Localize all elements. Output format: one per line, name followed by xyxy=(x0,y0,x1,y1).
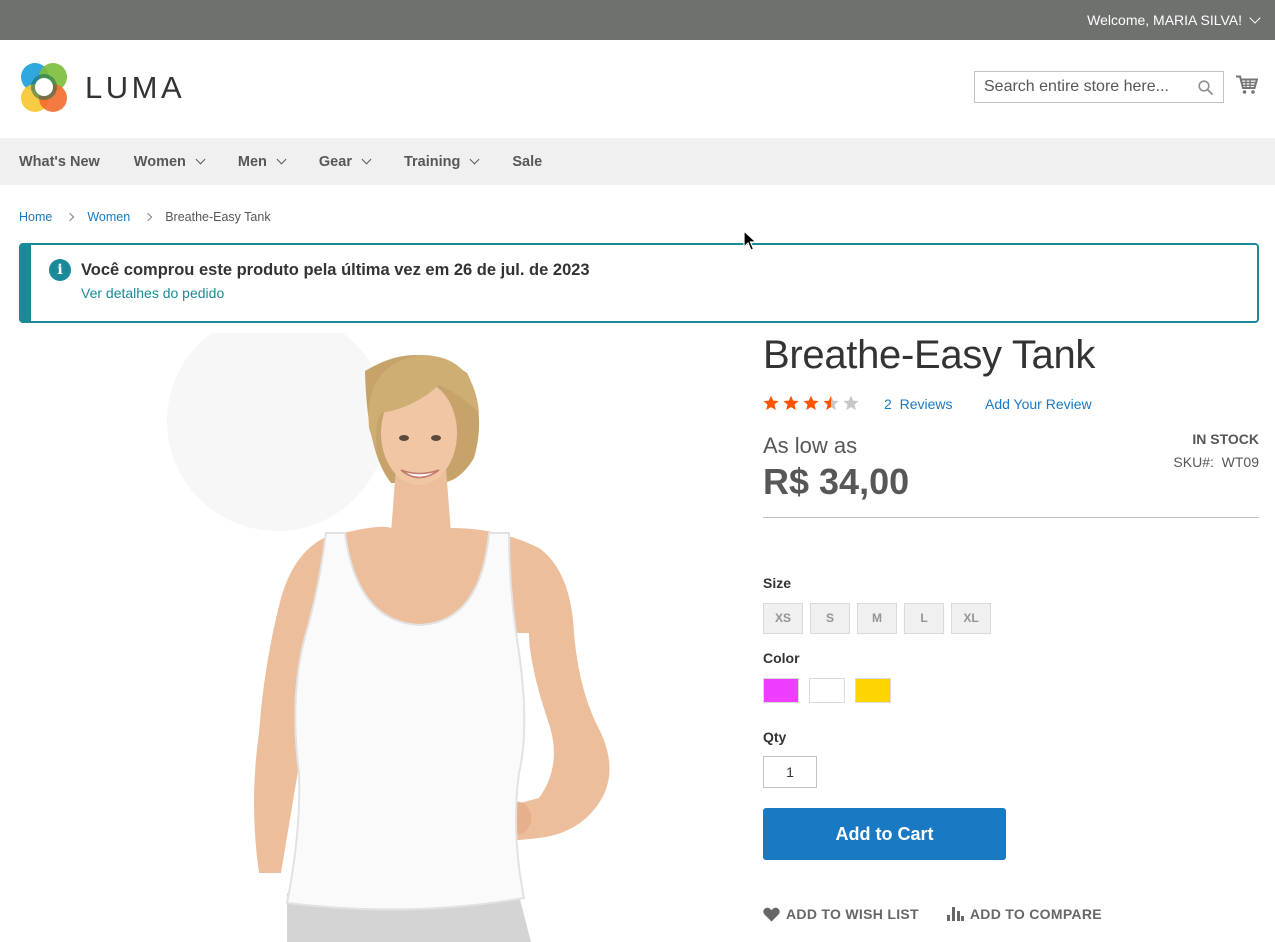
purchase-notice: i Você comprou este produto pela última … xyxy=(19,243,1259,323)
bar-chart-icon xyxy=(946,907,964,921)
luma-logo-icon xyxy=(21,63,67,112)
chevron-down-icon xyxy=(276,154,287,165)
wish-list-label: ADD TO WISH LIST xyxy=(786,906,919,922)
size-label: Size xyxy=(763,575,792,591)
reviews-link[interactable]: 2 Reviews xyxy=(884,396,952,412)
shopping-cart-icon[interactable] xyxy=(1236,75,1258,95)
reviews-label: Reviews xyxy=(899,396,953,412)
nav-label: Gear xyxy=(318,153,352,170)
nav-item-gear[interactable]: Gear xyxy=(318,153,372,170)
chevron-right-icon xyxy=(143,212,153,222)
as-low-as-label: As low as xyxy=(763,433,858,458)
nav-label: Sale xyxy=(512,153,543,170)
breadcrumb-women[interactable]: Women xyxy=(87,210,130,224)
stock-status: IN STOCK xyxy=(1192,431,1259,447)
nav-label: What's New xyxy=(19,153,100,170)
welcome-text: Welcome, MARIA SILVA! xyxy=(1087,12,1242,28)
size-option-s[interactable]: S xyxy=(810,603,850,634)
size-option-xs[interactable]: XS xyxy=(763,603,803,634)
qty-input[interactable] xyxy=(763,756,817,788)
breadcrumb-current: Breathe-Easy Tank xyxy=(165,210,271,224)
chevron-down-icon xyxy=(1249,12,1261,24)
search-icon[interactable] xyxy=(1198,80,1213,95)
product-actions: ADD TO WISH LIST ADD TO COMPARE xyxy=(763,906,1130,922)
nav-item-men[interactable]: Men xyxy=(237,153,287,170)
nav-item-whats-new[interactable]: What's New xyxy=(19,154,100,170)
divider xyxy=(763,517,1259,518)
star-icon xyxy=(783,395,799,410)
reviews-count: 2 xyxy=(884,396,892,412)
chevron-down-icon xyxy=(195,154,206,165)
qty-label: Qty xyxy=(763,729,787,745)
add-to-cart-button[interactable]: Add to Cart xyxy=(763,808,1006,860)
add-to-wishlist-link[interactable]: ADD TO WISH LIST xyxy=(763,906,919,922)
info-icon: i xyxy=(49,259,71,281)
nav-label: Women xyxy=(133,153,186,170)
compare-label: ADD TO COMPARE xyxy=(969,906,1102,922)
mouse-cursor-icon xyxy=(743,230,757,251)
color-swatch-yellow[interactable] xyxy=(855,678,891,703)
color-swatch-white[interactable] xyxy=(809,678,845,703)
breadcrumb: Home Women Breathe-Easy Tank xyxy=(19,210,271,224)
nav-item-women[interactable]: Women xyxy=(133,153,206,170)
logo-text: LUMA xyxy=(85,70,186,105)
add-review-link[interactable]: Add Your Review xyxy=(985,396,1092,412)
top-bar: Welcome, MARIA SILVA! xyxy=(0,0,1275,40)
star-icon xyxy=(843,395,859,410)
star-icon xyxy=(763,395,779,410)
color-label: Color xyxy=(763,650,800,666)
rating-stars xyxy=(763,395,863,411)
main-navigation: What's New Women Men Gear Training Sale xyxy=(0,138,1275,185)
nav-label: Men xyxy=(237,153,267,170)
search-input[interactable] xyxy=(975,78,1185,96)
customer-menu[interactable]: Welcome, MARIA SILVA! xyxy=(1087,0,1261,40)
product-title: Breathe-Easy Tank xyxy=(763,333,1096,377)
chevron-right-icon xyxy=(66,212,75,222)
product-photo xyxy=(167,333,610,942)
color-swatch-purple[interactable] xyxy=(763,678,799,703)
nav-item-training[interactable]: Training xyxy=(403,153,480,170)
size-option-m[interactable]: M xyxy=(857,603,897,634)
sku-label: SKU#: xyxy=(1173,454,1214,470)
size-option-l[interactable]: L xyxy=(904,603,944,634)
star-icon xyxy=(823,395,839,410)
sku: SKU#: WT09 xyxy=(1173,454,1259,470)
breadcrumb-home[interactable]: Home xyxy=(19,210,52,224)
sku-value: WT09 xyxy=(1221,454,1259,470)
page-header: LUMA xyxy=(0,40,1275,138)
star-icon xyxy=(803,395,819,410)
color-options xyxy=(763,678,901,703)
logo[interactable]: LUMA xyxy=(19,62,185,114)
product-image[interactable] xyxy=(19,333,719,942)
chevron-down-icon xyxy=(469,154,480,165)
notice-message: Você comprou este produto pela última ve… xyxy=(81,261,590,279)
nav-item-sale[interactable]: Sale xyxy=(512,154,542,170)
add-to-compare-link[interactable]: ADD TO COMPARE xyxy=(946,906,1102,922)
product-price: R$ 34,00 xyxy=(763,461,910,502)
size-option-xl[interactable]: XL xyxy=(951,603,991,634)
order-details-link[interactable]: Ver detalhes do pedido xyxy=(81,285,224,301)
size-options: XS S M L XL xyxy=(763,603,998,634)
heart-icon xyxy=(763,907,780,921)
chevron-down-icon xyxy=(361,154,372,165)
search-box xyxy=(974,71,1224,103)
nav-label: Training xyxy=(403,153,461,170)
